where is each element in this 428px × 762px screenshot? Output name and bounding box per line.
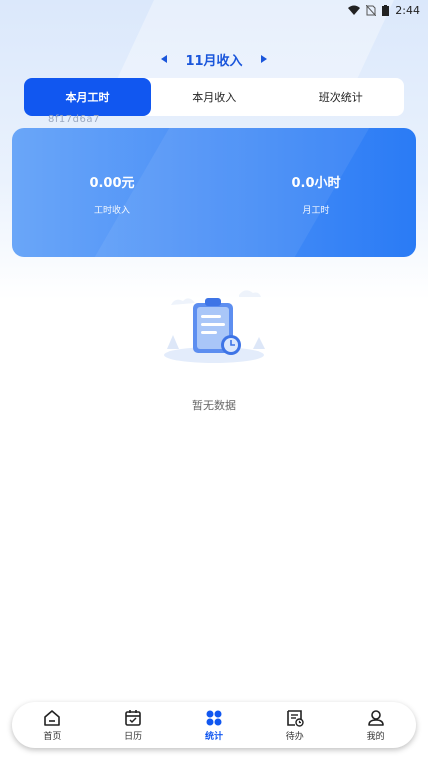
empty-state-text: 暂无数据 [192,399,236,412]
nav-item-todo[interactable]: 待办 [265,708,325,742]
tab-bar: 本月工时 本月收入 班次统计 [24,78,404,116]
bottom-nav: 首页 日历 统计 待办 我的 [12,702,416,748]
income-value: 0.00元 [89,176,135,191]
caret-left-icon [161,55,168,63]
nav-label-stats: 统计 [204,732,223,742]
calendar-icon [125,710,141,726]
watermark-text: 8f17d6a7 [48,114,100,125]
wifi-icon [348,5,361,15]
nav-label-todo: 待办 [285,732,304,742]
nav-label-profile: 我的 [366,732,385,742]
next-month-button[interactable] [259,54,269,64]
nav-item-profile[interactable]: 我的 [346,708,406,742]
status-time: 2:44 [395,3,420,17]
nav-label-calendar: 日历 [124,732,143,742]
prev-month-button[interactable] [159,54,169,64]
month-title: 11月收入 [185,53,243,69]
battery-icon [382,4,390,16]
income-stat: 0.00元 工时收入 [12,172,212,216]
nav-item-home[interactable]: 首页 [22,708,82,742]
stats-icon [206,710,222,726]
caret-right-icon [260,55,267,63]
nav-label-home: 首页 [43,732,62,742]
todo-icon [286,710,304,727]
profile-icon [367,710,384,726]
month-switcher: 11月收入 [0,48,428,70]
empty-state: 暂无数据 [0,285,428,413]
status-bar: 2:44 [0,0,428,20]
home-icon [44,710,61,726]
tab-monthly-income[interactable]: 本月收入 [151,78,278,116]
nav-item-calendar[interactable]: 日历 [103,708,163,742]
empty-clipboard-icon [164,290,265,363]
nav-item-stats[interactable]: 统计 [184,708,244,742]
hours-value: 0.0小时 [291,176,341,191]
income-label: 工时收入 [93,206,130,216]
hours-label: 月工时 [302,206,330,216]
summary-card: 0.00元 工时收入 0.0小时 月工时 [12,128,416,257]
hours-stat: 0.0小时 月工时 [216,172,416,216]
tab-monthly-hours[interactable]: 本月工时 [24,78,151,116]
tab-shift-stats[interactable]: 班次统计 [278,78,405,116]
no-sim-icon [366,4,377,16]
